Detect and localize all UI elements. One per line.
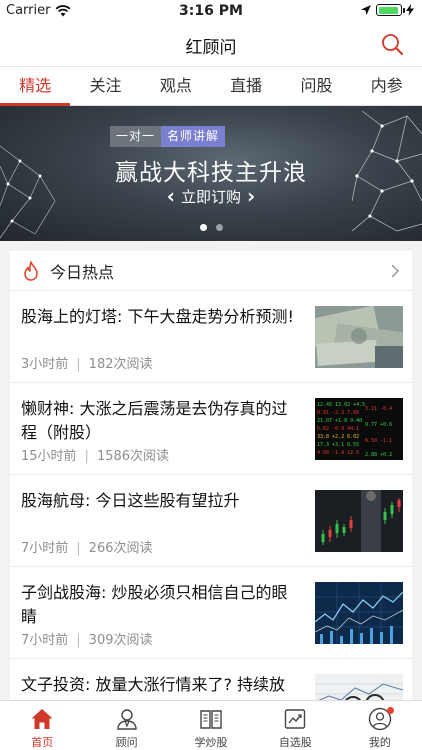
news-title: 懒财神: 大涨之后震荡是去伪存真的过程（附股） [21,399,288,442]
tabbar-learn[interactable]: 学炒股 [169,701,253,750]
carousel-dot-1[interactable] [199,224,207,231]
tabbar-advisor-label: 顾问 [115,736,138,749]
chevron-right-icon [391,264,400,278]
promo-banner[interactable]: 一对一 名师讲解 赢战大科技主升浪 ‹ 立即订购 › [0,106,422,241]
svg-text:12.45 13.02 +4.5: 12.45 13.02 +4.5 [317,402,365,408]
news-reads: 182次阅读 [88,357,153,372]
banner-tag-right: 名师讲解 [161,126,226,147]
banner-cta-label: 立即订购 [180,188,241,206]
book-icon [200,710,222,729]
svg-text:2.88 +0.2: 2.88 +0.2 [365,452,392,458]
meta-separator: | [76,633,81,648]
category-tabs: 精选 关注 观点 直播 问股 内参 [0,66,422,106]
location-icon [361,5,371,15]
hot-topics-header[interactable]: 今日热点 [10,251,412,291]
tab-ask-stock[interactable]: 问股 [281,67,351,105]
news-meta: 3小时前 | 182次阅读 [21,353,153,372]
news-thumbnail-candlestick [315,490,403,552]
svg-text:33.8 +2.2 6.02: 33.8 +2.2 6.02 [317,434,359,440]
news-reads: 309次阅读 [88,633,153,648]
news-meta: 7小时前 | 309次阅读 [21,629,153,648]
chevron-left-icon: ‹ [166,184,175,208]
news-thumbnail-stock-board: 12.45 13.02 +4.5 8.91 -2.3 7.66 21.07 +1… [315,398,403,460]
news-title: 文子投资: 放量大涨行情来了? 持续放 [21,675,286,694]
tab-live[interactable]: 直播 [211,67,281,105]
battery-icon [376,4,405,16]
svg-text:5.62 -0.9 44.1: 5.62 -0.9 44.1 [317,426,359,432]
svg-text:17.3 +3.1 8.55: 17.3 +3.1 8.55 [317,442,359,448]
battery-fill [378,6,399,14]
meta-separator: | [76,541,81,556]
tabbar-learn-label: 学炒股 [194,736,228,749]
tabbar-profile-label: 我的 [368,736,391,749]
news-time: 7小时前 [21,541,69,556]
carousel-dot-2[interactable] [215,224,223,231]
banner-tag-left: 一对一 [110,126,162,147]
hot-topics-title: 今日热点 [50,262,115,282]
flame-icon [24,260,38,281]
svg-text:4.09 -1.4 12.6: 4.09 -1.4 12.6 [317,450,359,456]
tabbar-home-label: 首页 [31,736,54,749]
page-title: 红顾问 [185,38,237,58]
tab-insider[interactable]: 内参 [352,67,422,105]
home-icon [31,709,53,729]
news-title: 股海航母: 今日这些股有望拉升 [21,491,240,510]
news-item[interactable]: 子剑战股海: 炒股必须只相信自己的眼睛 7小时前 | 309次阅读 [10,567,412,659]
news-meta: 7小时前 | 266次阅读 [21,537,153,556]
tabbar-home[interactable]: 首页 [0,701,84,750]
news-title: 子剑战股海: 炒股必须只相信自己的眼睛 [21,583,288,626]
svg-text:8.91 -2.3 7.66: 8.91 -2.3 7.66 [317,410,359,416]
svg-text:6.50 -1.1: 6.50 -1.1 [365,438,392,444]
news-meta: 15小时前 | 1586次阅读 [21,445,169,464]
tabbar-advisor[interactable]: 顾问 [84,701,168,750]
news-time: 15小时前 [21,449,77,464]
svg-text:21.07 +1.8 9.40: 21.07 +1.8 9.40 [317,418,362,424]
status-right [360,4,414,16]
status-time: 3:16 PM [179,3,243,19]
tab-opinions[interactable]: 观点 [141,67,211,105]
nav-bar: 红顾问 [0,22,422,66]
svg-text:9.77 +0.6: 9.77 +0.6 [365,422,392,428]
tabbar-watchlist[interactable]: 自选股 [253,701,337,750]
meta-separator: | [84,449,89,464]
search-icon[interactable] [380,32,404,56]
chart-icon [285,709,306,729]
news-title: 股海上的灯塔: 下午大盘走势分析预测! [21,307,294,326]
news-item[interactable]: 股海上的灯塔: 下午大盘走势分析预测! 3小时前 | 182次阅读 [10,291,412,383]
svg-text:3.21 -0.4: 3.21 -0.4 [365,406,392,412]
advisor-icon [116,709,137,730]
bottom-tab-bar: 首页 顾问 学炒股 自选股 我的 [0,700,422,750]
banner-tag: 一对一 名师讲解 [110,126,226,147]
charging-icon [406,4,414,16]
banner-cta[interactable]: ‹ 立即订购 › [0,184,422,208]
news-thumbnail-money [315,306,403,368]
meta-separator: | [76,357,81,372]
tabbar-profile[interactable]: 我的 [338,701,422,750]
news-item[interactable]: 懒财神: 大涨之后震荡是去伪存真的过程（附股） 15小时前 | 1586次阅读 12… [10,383,412,475]
tab-featured[interactable]: 精选 [0,67,71,106]
status-bar: Carrier 3:16 PM [0,0,422,22]
carousel-dots [0,224,422,231]
news-item[interactable]: 股海航母: 今日这些股有望拉升 7小时前 | 266次阅读 [10,475,412,567]
news-reads: 1586次阅读 [96,449,170,464]
notification-badge [386,707,394,714]
news-time: 7小时前 [21,633,69,648]
news-reads: 266次阅读 [88,541,153,556]
news-time: 3小时前 [21,357,69,372]
tabbar-watchlist-label: 自选股 [278,736,312,749]
tab-following[interactable]: 关注 [70,67,140,105]
news-thumbnail-blue-chart [315,582,403,644]
hot-topics-card: 今日热点 股海上的灯塔: 下午大盘走势分析预测! 3小时前 | 182次阅读 懒财神… [10,251,412,750]
banner-headline: 赢战大科技主升浪 [115,160,307,186]
chevron-right-icon: › [247,184,256,208]
